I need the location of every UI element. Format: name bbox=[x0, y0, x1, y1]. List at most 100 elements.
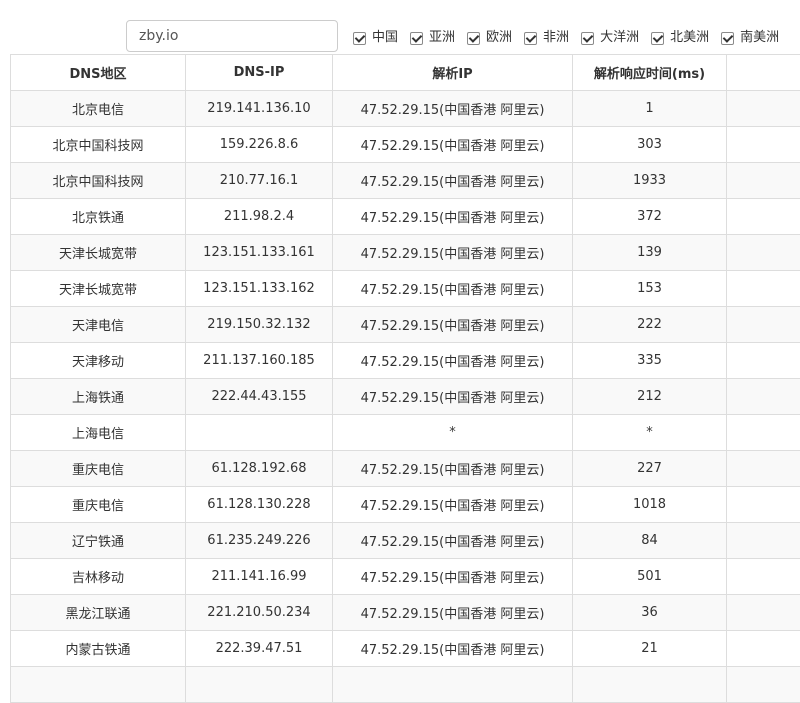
cell-dns-ip: 61.128.130.228 bbox=[186, 487, 333, 523]
cell-dns-ip: 61.235.249.226 bbox=[186, 523, 333, 559]
cell-resolved-ip: 47.52.29.15(中国香港 阿里云) bbox=[333, 271, 573, 307]
cell-dns-region: 吉林移动 bbox=[11, 559, 186, 595]
cell-resolved-ip: 47.52.29.15(中国香港 阿里云) bbox=[333, 235, 573, 271]
cell-dns-region: 内蒙古铁通 bbox=[11, 631, 186, 667]
table-row: 上海电信 * * bbox=[11, 415, 800, 451]
cell-dns-ip: 211.98.2.4 bbox=[186, 199, 333, 235]
cell-extra bbox=[727, 343, 800, 379]
column-header-dns-region: DNS地区 bbox=[11, 55, 186, 91]
cell-dns-ip bbox=[186, 415, 333, 451]
region-filter-south-america[interactable]: 南美洲 bbox=[721, 29, 779, 47]
cell-dns-ip: 123.151.133.161 bbox=[186, 235, 333, 271]
cell-extra bbox=[727, 163, 800, 199]
cell-dns-region: 黑龙江联通 bbox=[11, 595, 186, 631]
region-filter-label: 大洋洲 bbox=[600, 29, 639, 47]
cell-resolved-ip: 47.52.29.15(中国香港 阿里云) bbox=[333, 379, 573, 415]
cell-extra bbox=[727, 271, 800, 307]
cell-dns-ip: 222.39.47.51 bbox=[186, 631, 333, 667]
cell-resolved-ip: 47.52.29.15(中国香港 阿里云) bbox=[333, 523, 573, 559]
cell-response-time: 36 bbox=[573, 595, 727, 631]
cell-dns-ip bbox=[186, 667, 333, 703]
checkbox-checked-icon[interactable] bbox=[410, 32, 423, 45]
checkbox-checked-icon[interactable] bbox=[467, 32, 480, 45]
cell-dns-ip: 210.77.16.1 bbox=[186, 163, 333, 199]
table-header-row: DNS地区 DNS-IP 解析IP 解析响应时间(ms) bbox=[11, 55, 800, 91]
cell-response-time: 372 bbox=[573, 199, 727, 235]
cell-response-time: 84 bbox=[573, 523, 727, 559]
cell-response-time: 222 bbox=[573, 307, 727, 343]
cell-dns-region: 北京中国科技网 bbox=[11, 163, 186, 199]
table-row bbox=[11, 667, 800, 703]
cell-response-time: 1018 bbox=[573, 487, 727, 523]
checkbox-checked-icon[interactable] bbox=[524, 32, 537, 45]
checkbox-checked-icon[interactable] bbox=[721, 32, 734, 45]
checkbox-checked-icon[interactable] bbox=[651, 32, 664, 45]
region-filter-label: 欧洲 bbox=[486, 29, 512, 47]
table-row: 北京铁通 211.98.2.4 47.52.29.15(中国香港 阿里云) 37… bbox=[11, 199, 800, 235]
region-filter-africa[interactable]: 非洲 bbox=[524, 29, 569, 47]
region-filter-china[interactable]: 中国 bbox=[353, 29, 398, 47]
table-row: 吉林移动 211.141.16.99 47.52.29.15(中国香港 阿里云)… bbox=[11, 559, 800, 595]
cell-dns-region: 天津移动 bbox=[11, 343, 186, 379]
cell-extra bbox=[727, 415, 800, 451]
cell-extra bbox=[727, 199, 800, 235]
cell-response-time: 501 bbox=[573, 559, 727, 595]
cell-resolved-ip: 47.52.29.15(中国香港 阿里云) bbox=[333, 595, 573, 631]
cell-response-time: 1 bbox=[573, 91, 727, 127]
table-row: 上海铁通 222.44.43.155 47.52.29.15(中国香港 阿里云)… bbox=[11, 379, 800, 415]
checkbox-checked-icon[interactable] bbox=[581, 32, 594, 45]
cell-resolved-ip: 47.52.29.15(中国香港 阿里云) bbox=[333, 307, 573, 343]
cell-extra bbox=[727, 235, 800, 271]
cell-resolved-ip: 47.52.29.15(中国香港 阿里云) bbox=[333, 91, 573, 127]
cell-dns-ip: 219.150.32.132 bbox=[186, 307, 333, 343]
column-header-extra bbox=[727, 55, 800, 91]
cell-dns-region: 上海铁通 bbox=[11, 379, 186, 415]
cell-dns-ip: 211.141.16.99 bbox=[186, 559, 333, 595]
column-header-response-time: 解析响应时间(ms) bbox=[573, 55, 727, 91]
cell-dns-region: 天津电信 bbox=[11, 307, 186, 343]
table-row: 重庆电信 61.128.130.228 47.52.29.15(中国香港 阿里云… bbox=[11, 487, 800, 523]
region-filter-asia[interactable]: 亚洲 bbox=[410, 29, 455, 47]
cell-dns-region: 北京电信 bbox=[11, 91, 186, 127]
table-row: 北京中国科技网 159.226.8.6 47.52.29.15(中国香港 阿里云… bbox=[11, 127, 800, 163]
region-filter-europe[interactable]: 欧洲 bbox=[467, 29, 512, 47]
region-filter-north-america[interactable]: 北美洲 bbox=[651, 29, 709, 47]
cell-extra bbox=[727, 667, 800, 703]
cell-resolved-ip: 47.52.29.15(中国香港 阿里云) bbox=[333, 343, 573, 379]
region-filter-label: 亚洲 bbox=[429, 29, 455, 47]
cell-dns-ip: 159.226.8.6 bbox=[186, 127, 333, 163]
cell-dns-ip: 222.44.43.155 bbox=[186, 379, 333, 415]
cell-dns-region: 上海电信 bbox=[11, 415, 186, 451]
cell-extra bbox=[727, 559, 800, 595]
cell-dns-ip: 211.137.160.185 bbox=[186, 343, 333, 379]
cell-extra bbox=[727, 487, 800, 523]
cell-extra bbox=[727, 523, 800, 559]
column-header-resolved-ip: 解析IP bbox=[333, 55, 573, 91]
cell-extra bbox=[727, 631, 800, 667]
cell-dns-ip: 219.141.136.10 bbox=[186, 91, 333, 127]
domain-search-input[interactable] bbox=[126, 20, 338, 52]
table-row: 天津电信 219.150.32.132 47.52.29.15(中国香港 阿里云… bbox=[11, 307, 800, 343]
cell-response-time: 153 bbox=[573, 271, 727, 307]
cell-dns-region: 重庆电信 bbox=[11, 451, 186, 487]
cell-response-time: 139 bbox=[573, 235, 727, 271]
cell-extra bbox=[727, 91, 800, 127]
cell-resolved-ip: 47.52.29.15(中国香港 阿里云) bbox=[333, 127, 573, 163]
checkbox-checked-icon[interactable] bbox=[353, 32, 366, 45]
cell-extra bbox=[727, 595, 800, 631]
region-filter-label: 非洲 bbox=[543, 29, 569, 47]
region-filter-oceania[interactable]: 大洋洲 bbox=[581, 29, 639, 47]
cell-resolved-ip: 47.52.29.15(中国香港 阿里云) bbox=[333, 451, 573, 487]
cell-resolved-ip: 47.52.29.15(中国香港 阿里云) bbox=[333, 487, 573, 523]
region-filter-label: 南美洲 bbox=[740, 29, 779, 47]
cell-resolved-ip: 47.52.29.15(中国香港 阿里云) bbox=[333, 163, 573, 199]
cell-resolved-ip: * bbox=[333, 415, 573, 451]
table-row: 辽宁铁通 61.235.249.226 47.52.29.15(中国香港 阿里云… bbox=[11, 523, 800, 559]
cell-dns-region: 北京铁通 bbox=[11, 199, 186, 235]
cell-response-time: * bbox=[573, 415, 727, 451]
cell-extra bbox=[727, 127, 800, 163]
cell-resolved-ip: 47.52.29.15(中国香港 阿里云) bbox=[333, 199, 573, 235]
cell-extra bbox=[727, 451, 800, 487]
table-row: 天津移动 211.137.160.185 47.52.29.15(中国香港 阿里… bbox=[11, 343, 800, 379]
column-header-dns-ip: DNS-IP bbox=[186, 55, 333, 91]
